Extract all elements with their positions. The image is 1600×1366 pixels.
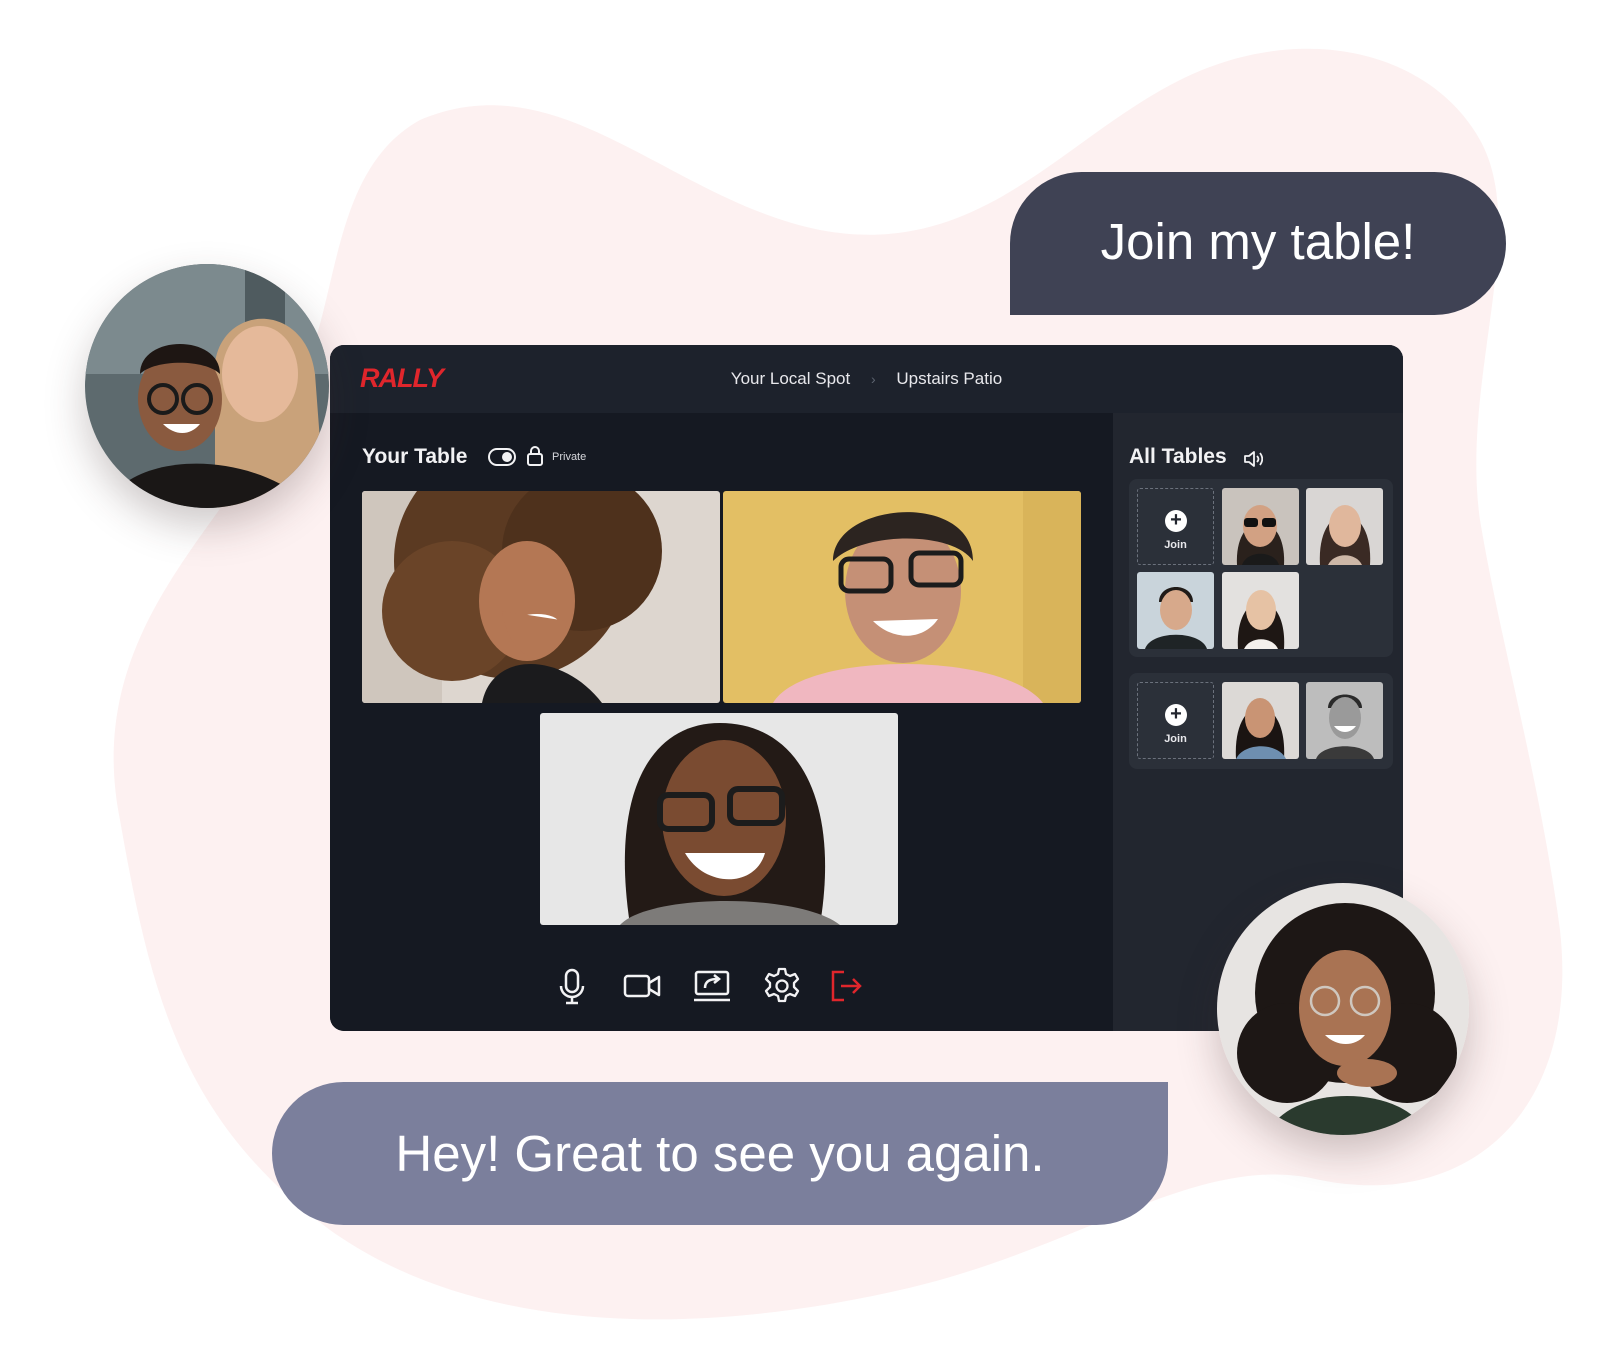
chat-bubble-bottom: Hey! Great to see you again. (272, 1082, 1168, 1225)
breadcrumb-separator: › (870, 371, 876, 387)
breadcrumb: Your Local Spot › Upstairs Patio (330, 369, 1403, 389)
table-member-avatar (1222, 682, 1299, 759)
breadcrumb-room[interactable]: Upstairs Patio (896, 369, 1002, 388)
table-card[interactable]: + Join (1129, 479, 1393, 657)
privacy-label: Private (552, 451, 587, 463)
avatar-couple (85, 264, 329, 508)
participant-video-man-glasses[interactable] (723, 491, 1081, 703)
chat-bottom-message: Hey! Great to see you again. (395, 1125, 1045, 1182)
breadcrumb-venue[interactable]: Your Local Spot (731, 369, 850, 388)
camera-icon[interactable] (622, 966, 662, 1006)
table-member-avatar (1222, 488, 1299, 565)
your-table-title: Your Table (362, 445, 468, 468)
table-member-avatar (1306, 488, 1383, 565)
table-member-avatar (1137, 572, 1214, 649)
app-window: RALLY Your Local Spot › Upstairs Patio Y… (330, 345, 1403, 1031)
speaker-icon[interactable] (1243, 450, 1263, 468)
app-topbar: RALLY Your Local Spot › Upstairs Patio (330, 345, 1403, 413)
join-label: Join (1164, 733, 1187, 745)
plus-icon: + (1165, 704, 1187, 726)
join-label: Join (1164, 539, 1187, 551)
plus-icon: + (1165, 510, 1187, 532)
microphone-icon[interactable] (552, 966, 592, 1006)
leave-icon[interactable] (826, 966, 866, 1006)
table-member-avatar (1222, 572, 1299, 649)
participant-video-curly-hair-woman[interactable] (362, 491, 720, 703)
table-member-avatar (1306, 682, 1383, 759)
join-table-button[interactable]: + Join (1137, 682, 1214, 759)
participant-video-woman-glasses-locs[interactable] (540, 713, 898, 925)
screen-share-icon[interactable] (692, 966, 732, 1006)
chat-top-message: Join my table! (1100, 213, 1416, 270)
privacy-toggle[interactable] (488, 448, 516, 466)
settings-gear-icon[interactable] (762, 966, 802, 1006)
your-table-panel: Your Table Private (330, 413, 1113, 1031)
hero-illustration: Join my table! RALLY Your Local Spot › U… (0, 0, 1600, 1366)
lock-icon (527, 446, 543, 466)
all-tables-title: All Tables (1129, 445, 1227, 468)
join-table-button[interactable]: + Join (1137, 488, 1214, 565)
avatar-curly-hair-woman (1217, 883, 1469, 1135)
chat-bubble-top: Join my table! (1010, 172, 1506, 315)
table-card[interactable]: + Join (1129, 673, 1393, 769)
